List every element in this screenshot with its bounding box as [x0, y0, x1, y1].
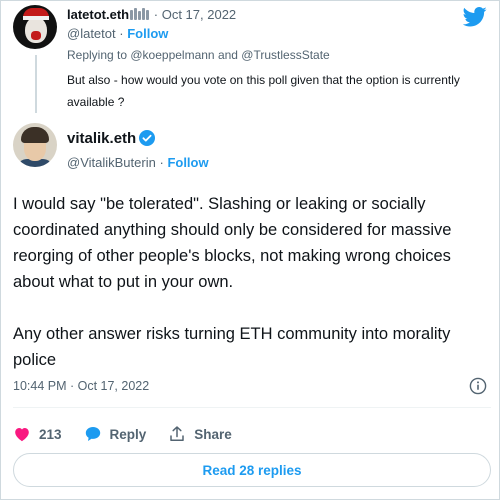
share-upload-icon: [170, 426, 185, 441]
follow-link[interactable]: Follow: [167, 155, 208, 170]
parent-tweet[interactable]: latetot.eth · Oct 17, 2022 @latetot · Fo…: [13, 3, 493, 113]
main-tweet-author: vitalik.eth: [67, 130, 156, 147]
tweet-timestamp[interactable]: 10:44 PM · Oct 17, 2022: [13, 379, 149, 393]
heart-icon: [15, 428, 29, 442]
avatar-mouth: [31, 31, 41, 40]
avatar-hair: [21, 127, 49, 143]
parent-tweet-subheader: @latetot · Follow: [67, 26, 168, 41]
main-tweet-subheader: @VitalikButerin · Follow: [67, 155, 209, 170]
display-name[interactable]: latetot.eth: [67, 7, 129, 22]
speech-bubble-icon: [85, 427, 100, 441]
twitter-bird-icon[interactable]: [463, 7, 487, 27]
separator-dot: ·: [159, 155, 164, 170]
tweet-paragraph: I would say "be tolerated". Slashing or …: [13, 195, 452, 291]
parent-tweet-header: latetot.eth · Oct 17, 2022: [67, 7, 236, 23]
follow-link[interactable]: Follow: [127, 26, 168, 41]
parent-tweet-text: But also - how would you vote on this po…: [67, 73, 460, 109]
tweet-embed-card: latetot.eth · Oct 17, 2022 @latetot · Fo…: [0, 0, 500, 500]
thread-connector-line: [35, 55, 37, 113]
reply-button[interactable]: Reply: [84, 425, 147, 443]
like-button[interactable]: 213: [13, 425, 62, 443]
tweet-paragraph: Any other answer risks turning ETH commu…: [13, 325, 451, 369]
reply-label: Reply: [109, 426, 147, 442]
display-name[interactable]: vitalik.eth: [67, 130, 136, 147]
separator-dot: ·: [153, 7, 159, 22]
read-replies-button[interactable]: Read 28 replies: [13, 453, 491, 487]
share-button[interactable]: Share: [168, 425, 232, 443]
avatar[interactable]: [13, 5, 57, 49]
divider: [13, 407, 491, 408]
main-tweet-text: I would say "be tolerated". Slashing or …: [13, 191, 491, 373]
handle[interactable]: @latetot: [67, 26, 116, 41]
name-emoji-icons: [130, 8, 150, 23]
avatar[interactable]: [13, 123, 57, 167]
share-label: Share: [194, 426, 232, 442]
tweet-actions: 213 Reply Share: [13, 423, 254, 445]
verified-badge-icon: [139, 130, 156, 146]
avatar-hatband: [23, 16, 49, 20]
separator-dot: ·: [119, 26, 124, 41]
replying-to-line[interactable]: Replying to @koeppelmann and @TrustlessS…: [67, 48, 330, 62]
handle[interactable]: @VitalikButerin: [67, 155, 156, 170]
info-icon[interactable]: [469, 377, 487, 395]
like-count: 213: [39, 426, 62, 442]
tweet-date[interactable]: Oct 17, 2022: [162, 7, 236, 22]
